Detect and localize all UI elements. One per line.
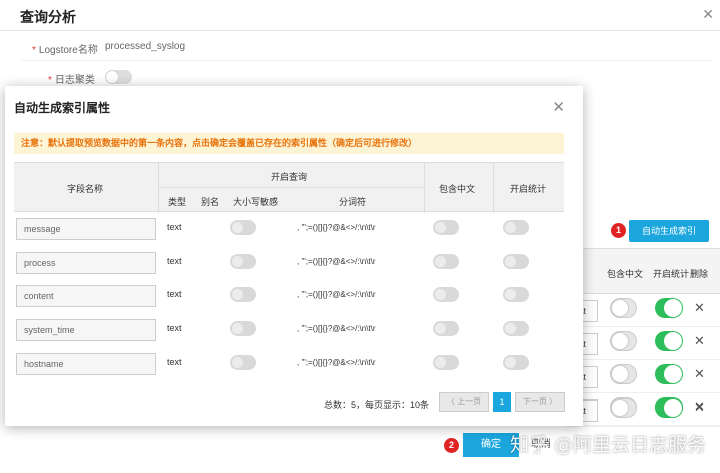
contains-chinese-toggle[interactable] [433,321,459,336]
field-name-input[interactable]: process [16,252,156,274]
type-text: text [167,357,182,367]
table-row: \t ✕ [566,360,720,393]
field-name-input[interactable]: system_time [16,319,156,341]
header-alias: 别名 [201,197,220,207]
case-sensitive-toggle[interactable] [230,287,256,302]
header-enable-query: 开启查询 [271,172,308,182]
table-row: \t ✕ [566,327,720,360]
chinese-toggle[interactable] [610,364,637,384]
contains-chinese-toggle[interactable] [433,220,459,235]
delimiter-text: , '";=()[]{}?@&<>/:\n\t\r [297,358,376,367]
close-icon[interactable]: ✕ [702,6,714,23]
panel-title: 查询分析 [20,9,76,25]
header-delete: 删除 [690,269,709,279]
delimiter-text: , '";=()[]{}?@&<>/:\n\t\r [297,290,376,299]
auto-generate-index-modal: 自动生成索引属性 ✕ 注意：默认提取预览数据中的第一条内容，点击确定会覆盖已存在… [5,86,583,426]
enable-stats-toggle[interactable] [503,220,529,235]
table-row: content text , '";=()[]{}?@&<>/:\n\t\r [14,280,564,313]
logstore-value: processed_syslog [105,41,186,52]
stats-toggle[interactable] [655,298,683,318]
prev-page-button[interactable]: 〈 上一页 [439,392,489,412]
stats-toggle[interactable] [655,331,683,351]
header-contains-chinese: 包含中文 [439,184,476,194]
pagination-summary: 总数：5，每页显示：10条 [324,400,430,410]
notice-banner: 注意：默认提取预览数据中的第一条内容，点击确定会覆盖已存在的索引属性（确定后可进… [14,133,564,154]
delete-icon[interactable]: ✕ [694,333,705,349]
header-case-sensitive: 大小写敏感 [233,197,279,207]
auto-generate-index-button[interactable]: 自动生成索引 [629,220,709,242]
enable-stats-toggle[interactable] [503,287,529,302]
log-cluster-label: * 日志聚类 [48,75,95,86]
stats-toggle[interactable] [655,364,683,384]
modal-title: 自动生成索引属性 [14,101,111,115]
logstore-row: * Logstore名称 processed_syslog [22,33,712,61]
background-table-header: 包含中文 开启统计 删除 [566,248,720,294]
case-sensitive-toggle[interactable] [230,321,256,336]
header-field-name: 字段名称 [67,184,104,194]
step-badge-1: 1 [611,223,626,238]
chinese-toggle[interactable] [610,398,637,418]
header-enable-stats: 开启统计 [653,269,690,279]
logstore-label: * Logstore名称 [32,45,98,56]
field-name-input[interactable]: content [16,285,156,307]
table-row: system_time text , '";=()[]{}?@&<>/:\n\t… [14,314,564,347]
table-row: \t ✕ [566,394,720,427]
table-header: 字段名称 开启查询 类型 别名 大小写敏感 分词符 包含中文 开启统计 [14,162,564,213]
enable-stats-toggle[interactable] [503,321,529,336]
table-row: message text , '";=()[]{}?@&<>/:\n\t\r [14,213,564,246]
delete-icon[interactable]: ✕ [694,400,705,416]
watermark: 知乎 @阿里云日志服务 [510,434,707,456]
delimiter-text: , '";=()[]{}?@&<>/:\n\t\r [297,223,376,232]
header-type: 类型 [168,197,187,207]
header-delimiter: 分词符 [339,197,367,207]
chinese-toggle[interactable] [610,298,637,318]
chinese-toggle[interactable] [610,331,637,351]
header-contains-chinese: 包含中文 [607,269,644,279]
header-enable-stats: 开启统计 [510,184,547,194]
page-number-button[interactable]: 1 [493,392,511,412]
type-text: text [167,323,182,333]
case-sensitive-toggle[interactable] [230,254,256,269]
delete-icon[interactable]: ✕ [694,366,705,382]
type-text: text [167,289,182,299]
table-row: process text , '";=()[]{}?@&<>/:\n\t\r [14,247,564,280]
field-name-input[interactable]: message [16,218,156,240]
case-sensitive-toggle[interactable] [230,220,256,235]
enable-stats-toggle[interactable] [503,254,529,269]
table-row: hostname text , '";=()[]{}?@&<>/:\n\t\r [14,348,564,381]
next-page-button[interactable]: 下一页 〉 [515,392,565,412]
close-icon[interactable]: ✕ [552,98,565,116]
step-badge-2: 2 [444,438,459,453]
case-sensitive-toggle[interactable] [230,355,256,370]
enable-stats-toggle[interactable] [503,355,529,370]
contains-chinese-toggle[interactable] [433,254,459,269]
divider [0,30,720,31]
contains-chinese-toggle[interactable] [433,355,459,370]
table-row: \t ✕ [566,294,720,327]
log-cluster-toggle[interactable] [105,70,132,84]
type-text: text [167,222,182,232]
delimiter-text: , '";=()[]{}?@&<>/:\n\t\r [297,324,376,333]
contains-chinese-toggle[interactable] [433,287,459,302]
field-name-input[interactable]: hostname [16,353,156,375]
stats-toggle[interactable] [655,398,683,418]
delete-icon[interactable]: ✕ [694,300,705,316]
delimiter-text: , '";=()[]{}?@&<>/:\n\t\r [297,257,376,266]
type-text: text [167,256,182,266]
